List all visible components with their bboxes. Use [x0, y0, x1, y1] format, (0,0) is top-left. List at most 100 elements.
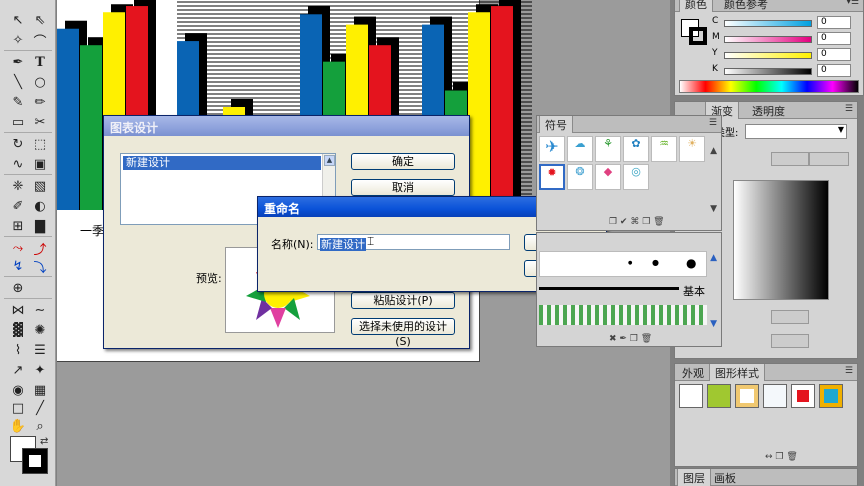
paintbrush-tool-icon[interactable]: ✎: [8, 92, 28, 112]
graphic-style-red[interactable]: [791, 384, 815, 408]
decorative-brush[interactable]: [539, 305, 707, 325]
panel-menu-icon[interactable]: ▾☰: [846, 0, 859, 7]
symbol-sun[interactable]: ☀: [679, 136, 705, 162]
perspective-grid-tool-icon[interactable]: ⊕: [8, 278, 28, 298]
symbol-dots-ring[interactable]: ❂: [567, 164, 593, 190]
gradient-ratio-field[interactable]: [809, 152, 849, 166]
tab-appearance[interactable]: 外观: [677, 364, 709, 381]
symbol-flower[interactable]: ✿: [623, 136, 649, 162]
color-spectrum[interactable]: [679, 80, 859, 93]
cyan-value[interactable]: 0: [817, 16, 851, 29]
symbols-scroll-up-icon[interactable]: ▲: [710, 146, 717, 156]
scale-tool-icon[interactable]: ⬚: [30, 134, 50, 154]
swap-colors-icon[interactable]: ⇄: [40, 436, 48, 447]
tab-transparency[interactable]: 透明度: [747, 102, 790, 119]
eraser-tool-icon[interactable]: ▭: [8, 112, 28, 132]
graph-design-ok-button[interactable]: 确定: [351, 153, 455, 170]
color-stroke-icon[interactable]: [689, 27, 707, 45]
menu-list-icon[interactable]: ☰: [30, 340, 50, 360]
graphic-style-blank[interactable]: [763, 384, 787, 408]
symbol-grass[interactable]: ♒: [651, 136, 677, 162]
live-paint-tool-icon[interactable]: ⤳: [8, 238, 28, 258]
width-tool-icon[interactable]: ⤵: [30, 256, 50, 276]
scissors-tool-icon[interactable]: ✂: [30, 112, 50, 132]
chart-type-tool-icon[interactable]: ⌇: [8, 340, 28, 360]
graphic-styles-footer-icons[interactable]: ↔ ❒ 🗑: [765, 452, 798, 462]
eyedropper-tool-icon[interactable]: ✐: [8, 196, 28, 216]
gradient-opacity-field[interactable]: [771, 310, 809, 324]
black-value[interactable]: 0: [817, 64, 851, 77]
knife-tool-icon[interactable]: ✦: [30, 360, 50, 380]
brushes-footer-icons[interactable]: ✖ ✒ ❒ 🗑: [609, 334, 652, 344]
tab-graphic-styles[interactable]: 图形样式: [709, 364, 765, 381]
crystallize-tool-icon[interactable]: ✺: [30, 320, 50, 340]
gradient-type-select[interactable]: ▼: [745, 124, 847, 139]
yellow-slider[interactable]: [724, 52, 812, 59]
brush-dot-medium[interactable]: ●: [652, 258, 659, 267]
slice-tool-icon[interactable]: ↗: [8, 360, 28, 380]
basic-brush-stroke[interactable]: [539, 287, 679, 290]
name-input[interactable]: 新建设计 ⌶: [317, 234, 510, 251]
brush-dots-row[interactable]: ● ● ●: [539, 251, 707, 277]
width-pinch-tool-icon[interactable]: ⋈: [8, 300, 28, 320]
ellipse-tool-icon[interactable]: ○: [30, 72, 50, 92]
design-list-item[interactable]: 新建设计: [123, 156, 321, 170]
graphic-style-cyan[interactable]: [819, 384, 843, 408]
symbol-bird[interactable]: ✈: [539, 136, 565, 162]
magic-wand-tool-icon[interactable]: ✧: [8, 30, 28, 50]
tab-color-guide[interactable]: 颜色参考: [719, 0, 773, 12]
black-slider[interactable]: [724, 68, 812, 75]
wave-tool-icon[interactable]: ∼: [30, 300, 50, 320]
magenta-value[interactable]: 0: [817, 32, 851, 45]
graphic-style-green[interactable]: [707, 384, 731, 408]
tab-symbols[interactable]: 符号: [539, 116, 573, 133]
magenta-slider[interactable]: [724, 36, 812, 43]
graph-tool-icon[interactable]: ▇: [30, 216, 50, 236]
blob-brush-tool-icon[interactable]: ↯: [8, 256, 28, 276]
symbol-rings[interactable]: ◎: [623, 164, 649, 190]
symbol-cloud[interactable]: ☁: [567, 136, 593, 162]
graphic-style-outline[interactable]: [735, 384, 759, 408]
symbols-scroll-down-icon[interactable]: ▼: [710, 204, 717, 214]
free-transform-tool-icon[interactable]: ▣: [30, 154, 50, 174]
tab-layers[interactable]: 图层: [677, 469, 711, 486]
pencil-tool-icon[interactable]: ✏: [30, 92, 50, 112]
tab-artboards[interactable]: 画板: [709, 469, 741, 486]
symbols-footer-icons[interactable]: ❐ ✔ ⌘ ❒ 🗑: [609, 217, 665, 227]
selection-tool-icon[interactable]: ↖: [8, 10, 28, 30]
direct-selection-tool-icon[interactable]: ⇖: [30, 10, 50, 30]
measure-tool-icon[interactable]: ▦: [30, 380, 50, 400]
hand-tool-icon[interactable]: ✋: [8, 416, 28, 436]
cyan-slider[interactable]: [724, 20, 812, 27]
stroke-swatch[interactable]: [22, 448, 48, 474]
pen-tool-icon[interactable]: ✒: [8, 52, 28, 72]
live-paint-selection-tool-icon[interactable]: ⤴: [30, 238, 50, 258]
brush-dot-large[interactable]: ●: [686, 256, 696, 270]
graphic-style-default[interactable]: [679, 384, 703, 408]
gradient-preview[interactable]: [733, 180, 829, 300]
gradient-panel-menu-icon[interactable]: ☰: [845, 104, 853, 114]
select-unused-design-button[interactable]: 选择未使用的设计(S): [351, 318, 455, 348]
knife-alt-tool-icon[interactable]: ╱: [30, 398, 50, 418]
mesh-tool-icon[interactable]: ⊞: [8, 216, 28, 236]
crop-area-tool-icon[interactable]: □: [8, 398, 28, 418]
gradient-location-field[interactable]: [771, 334, 809, 348]
brush-dot-small[interactable]: ●: [628, 260, 632, 266]
rotate-tool-icon[interactable]: ↻: [8, 134, 28, 154]
type-tool-icon[interactable]: T: [30, 52, 50, 72]
scroll-up-icon[interactable]: ▲: [324, 155, 335, 166]
symbols-panel-menu-icon[interactable]: ☰: [709, 118, 717, 128]
column-graph-tool-icon[interactable]: ▓: [8, 320, 28, 340]
brushes-scroll-down-icon[interactable]: ▼: [710, 319, 717, 329]
blend-tool-icon[interactable]: ◐: [30, 196, 50, 216]
eyedropper-alt-tool-icon[interactable]: ◉: [8, 380, 28, 400]
zoom-tool-icon[interactable]: ⌕: [30, 416, 50, 436]
lasso-tool-icon[interactable]: ⌒: [30, 30, 50, 50]
symbol-star-burst[interactable]: ✹: [539, 164, 565, 190]
graphic-styles-menu-icon[interactable]: ☰: [845, 366, 853, 376]
symbol-plant[interactable]: ⚘: [595, 136, 621, 162]
symbol-sprayer-tool-icon[interactable]: ❈: [8, 176, 28, 196]
tab-color[interactable]: 颜色: [679, 0, 713, 12]
warp-tool-icon[interactable]: ∿: [8, 154, 28, 174]
gradient-angle-field[interactable]: [771, 152, 809, 166]
